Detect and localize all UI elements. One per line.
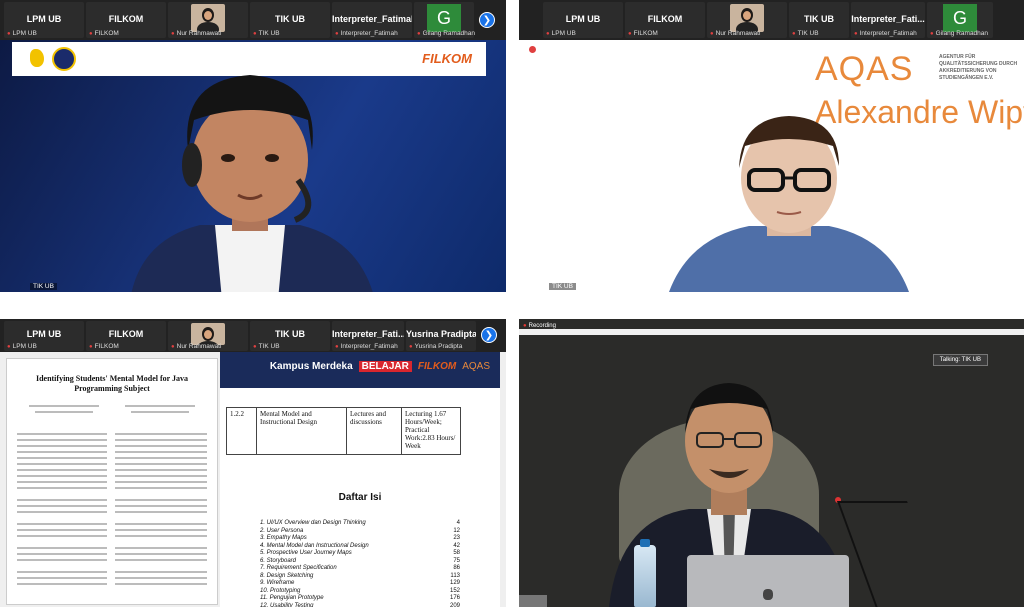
video-panel-aqas: LPM UBLPM UB FILKOMFILKOM Nur Rahmawati … — [519, 0, 1024, 292]
list-item: 5. Prospective User Journey Maps 58 — [260, 550, 460, 556]
participant-tile[interactable]: LPM UBLPM UB — [4, 321, 84, 351]
participant-tile[interactable]: Interpreter_FatimahInterpreter_Fatimah — [332, 2, 412, 38]
apple-logo-icon — [763, 589, 773, 600]
presentation-slide: Kampus Merdeka BELAJAR FILKOM AQAS 1.2.2 Me… — [220, 352, 500, 607]
shared-content: Identifying Students' Mental Model for J… — [0, 352, 506, 607]
avatar: G — [943, 4, 977, 32]
toc-title: Daftar Isi — [338, 492, 382, 503]
speaker-video — [131, 75, 373, 292]
participant-tile[interactable]: Nur Rahmawati — [168, 2, 248, 38]
participant-strip: LPM UBLPM UB FILKOMFILKOM Nur Rahmawati … — [0, 0, 506, 40]
participant-strip: LPM UBLPM UB FILKOMFILKOM Nur Rahmawati … — [0, 319, 506, 352]
participant-tile[interactable]: Nur Rahmawati — [707, 2, 787, 38]
filkom-logo: FILKOM — [422, 51, 472, 66]
list-item: 4. Mental Model dan Instructional Design… — [260, 542, 460, 549]
chevron-right-icon[interactable]: ❯ — [481, 327, 497, 343]
paper-page: Identifying Students' Mental Model for J… — [6, 358, 218, 605]
video-panel-student: LPM UBLPM UB FILKOMFILKOM Nur Rahmawati … — [0, 0, 506, 292]
participant-tile[interactable]: GGilang Ramadhan — [414, 2, 475, 38]
participant-tile[interactable]: LPM UBLPM UB — [4, 2, 84, 38]
university-seal-logo — [52, 47, 76, 71]
list-item: 1. UI/UX Overview dan Design Thinking 4 — [260, 520, 460, 526]
participant-tile[interactable]: Yusrina PradiptaYusrina Pradipta — [406, 321, 476, 351]
video-feed: Recording Talking: TIK UB — [519, 319, 1024, 607]
list-item: 10. Prototyping 152 — [260, 587, 460, 594]
participant-label: TIK UB — [549, 283, 576, 290]
list-item: 12. Usability Testing 209 — [260, 602, 460, 607]
video-feed: AQAS AGENTUR FÜR QUALITÄTSSICHERUNG DURC… — [519, 40, 1024, 292]
recording-indicator: Recording — [523, 323, 556, 329]
belajar-logo: BELAJAR — [358, 361, 412, 372]
participant-tile[interactable]: FILKOMFILKOM — [625, 2, 705, 38]
table-row: 1.2.2 Mental Model and Instructional Des… — [226, 407, 461, 455]
table-of-contents: 1. UI/UX Overview dan Design Thinking 4 2.… — [260, 520, 460, 607]
list-item: 11. Pengujian Prototype 176 — [260, 595, 460, 601]
participant-tile[interactable]: TIK UBTIK UB — [789, 2, 849, 38]
list-item: 3. Empathy Maps 23 — [260, 535, 460, 541]
aqas-subtitle: AGENTUR FÜR QUALITÄTSSICHERUNG DURCH AKK… — [939, 54, 1018, 81]
slide-header: Kampus Merdeka BELAJAR FILKOM AQAS — [220, 352, 500, 388]
participant-tile[interactable]: GGilang Ramadhan — [927, 2, 993, 38]
slide-logos: Kampus Merdeka BELAJAR FILKOM AQAS — [264, 361, 490, 372]
list-item: 6. Storyboard 75 — [260, 557, 460, 564]
avatar: G — [427, 4, 461, 32]
avatar — [730, 4, 764, 32]
talking-indicator: Talking: TIK UB — [932, 354, 988, 366]
paper-title: Identifying Students' Mental Model for J… — [35, 374, 189, 393]
participant-tile[interactable]: Nur Rahmawati — [168, 321, 248, 351]
participant-tile[interactable]: Interpreter_Fati...Interpreter_Fatimah — [851, 2, 925, 38]
ub-logo — [30, 49, 44, 67]
participant-tile[interactable]: TIK UBTIK UB — [250, 2, 330, 38]
list-item: 9. Wireframe 129 — [260, 580, 460, 586]
aqas-logo: AQAS — [815, 50, 914, 88]
filkom-logo: FILKOM — [417, 361, 457, 372]
kampus-merdeka-logo: Kampus Merdeka — [269, 361, 353, 372]
participant-tile[interactable]: LPM UBLPM UB — [543, 2, 623, 38]
participant-tile[interactable]: FILKOMFILKOM — [86, 321, 166, 351]
laptop — [687, 555, 849, 607]
screen-share-panel: LPM UBLPM UB FILKOMFILKOM Nur Rahmawati … — [0, 319, 506, 607]
participant-label: TIK UB — [30, 283, 57, 290]
avatar — [191, 4, 225, 32]
participant-strip: LPM UBLPM UB FILKOMFILKOM Nur Rahmawati … — [519, 0, 1024, 40]
participant-tile[interactable]: FILKOMFILKOM — [86, 2, 166, 38]
aqas-logo: AQAS — [462, 361, 490, 372]
list-item: 8. Design Sketching 113 — [260, 572, 460, 579]
water-bottle — [634, 539, 656, 607]
participant-tile[interactable]: TIK UBTIK UB — [250, 321, 330, 351]
speaker-video — [669, 116, 909, 292]
ub-logo — [529, 46, 536, 53]
participant-tile[interactable]: Interpreter_Fati...Interpreter_Fatimah — [332, 321, 404, 351]
list-item: 7. Requirement Specification 86 — [260, 565, 460, 571]
module-table: 1.2.2 Mental Model and Instructional Des… — [226, 407, 461, 455]
video-panel-presenter: Recording Talking: TIK UB — [519, 319, 1024, 607]
list-item: 2. User Persona 12 — [260, 527, 460, 534]
video-feed: FILKOM TIK UB — [0, 40, 506, 292]
avatar — [191, 323, 225, 345]
chevron-right-icon[interactable]: ❯ — [479, 12, 495, 28]
